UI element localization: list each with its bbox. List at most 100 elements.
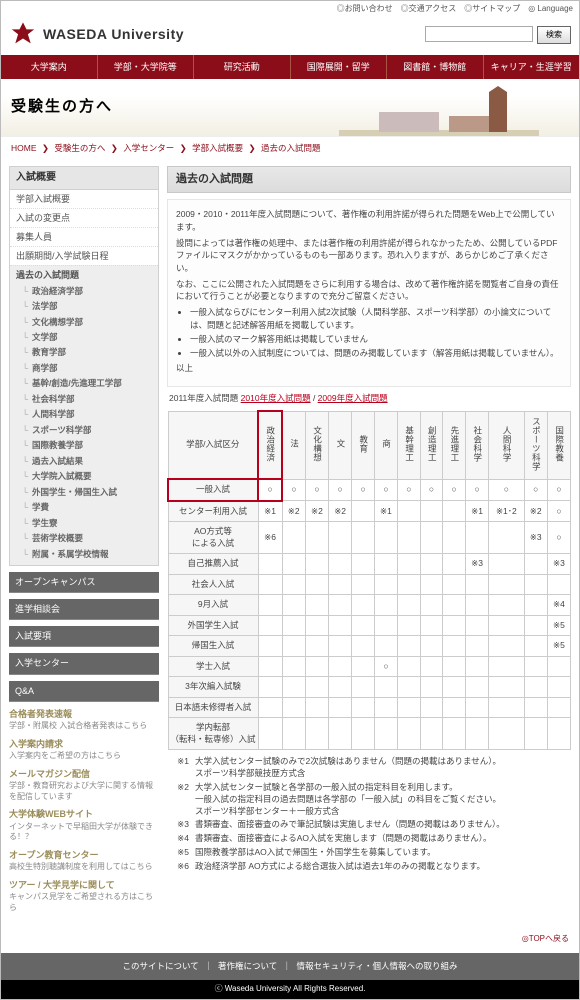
sidebar-subitem[interactable]: 文学部 [22,330,152,345]
sidebar-dark-item[interactable]: 入試要項 [9,626,159,647]
table-cell [420,697,443,717]
table-col-header: 商 [374,411,397,479]
sidebar-item[interactable]: 入試の変更点 [10,208,158,227]
sidebar-link-title[interactable]: 合格者発表速報 [9,708,159,720]
sidebar-subitem[interactable]: 政治経済学部 [22,284,152,299]
copyright: ⓒ Waseda University All Rights Reserved. [1,980,579,999]
sidebar-dark-item[interactable]: Q&A [9,681,159,702]
table-cell: ○ [352,479,375,500]
util-language[interactable]: ◎ Language [528,4,573,15]
table-cell [258,718,282,750]
nav-item-1[interactable]: 学部・大学院等 [98,55,195,79]
sidebar-item[interactable]: 出願期間/入学試験日程 [10,246,158,265]
sidebar-subitem[interactable]: 文化構想学部 [22,315,152,330]
crumb-home[interactable]: HOME [11,143,37,153]
footer-link[interactable]: このサイトについて [123,961,199,971]
table-cell: ○ [258,479,282,500]
table-cell [374,697,397,717]
page-title: 過去の入試問題 [167,166,571,193]
sidebar-subitem[interactable]: 大学院入試概要 [22,469,152,484]
sidebar-dark-item[interactable]: オープンキャンパス [9,572,159,593]
footer-link[interactable]: 著作権について [218,961,277,971]
sidebar-link-title[interactable]: 入学案内請求 [9,738,159,750]
sidebar-subitem[interactable]: 社会科学部 [22,392,152,407]
search-button[interactable]: 検索 [537,26,571,44]
sidebar-link-title[interactable]: ツアー / 大学見学に関して [9,879,159,891]
nav-item-3[interactable]: 国際展開・留学 [291,55,388,79]
util-sitemap[interactable]: ◎サイトマップ [464,4,520,15]
sidebar-link-sub: キャンパス見学をご希望される方はこちら [9,892,159,914]
table-cell [489,615,525,635]
table-cell [258,574,282,594]
sidebar-subitem[interactable]: 学費 [22,500,152,515]
sidebar-item[interactable]: 学部入試概要 [10,190,158,208]
table-cell [352,522,375,554]
table-cell [524,574,547,594]
table-cell: ○ [305,479,328,500]
table-cell [465,697,488,717]
table-col-header: 文 [329,411,352,479]
year-2010[interactable]: 2010年度入試問題 [241,393,311,403]
sidebar-link-title[interactable]: オープン教育センター [9,849,159,861]
sidebar-subitem[interactable]: スポーツ科学部 [22,423,152,438]
table-cell [282,677,305,697]
nav-item-5[interactable]: キャリア・生涯学習 [484,55,580,79]
search-input[interactable] [425,26,533,42]
sidebar-subitem[interactable]: 外国学生・帰国生入試 [22,485,152,500]
sidebar-subitem[interactable]: 法学部 [22,299,152,314]
table-cell [374,574,397,594]
sidebar-subitem[interactable]: 過去入試結果 [22,454,152,469]
note-value: 書類審査、面接審査のみで筆記試験は実施しません（問題の掲載はありません）。 [195,819,505,831]
hero: 受験生の方へ [1,79,579,137]
sidebar-subitem[interactable]: 教育学部 [22,345,152,360]
table-cell [305,554,328,574]
sidebar-dark-item[interactable]: 進学相談会 [9,599,159,620]
note-value: 大学入試センター試験のみで2次試験はありません（問題の掲載はありません）。スポー… [195,756,501,780]
note-key: ※6 [167,861,189,873]
table-cell [465,718,488,750]
sidebar-subitem[interactable]: 学生寮 [22,516,152,531]
crumb-1[interactable]: 受験生の方へ [54,143,105,153]
sidebar-subitem[interactable]: 商学部 [22,361,152,376]
sidebar-link-title[interactable]: 大学体験WEBサイト [9,808,159,820]
table-cell [420,636,443,656]
note-key: ※5 [167,847,189,859]
table-cell [398,615,421,635]
table-row-header: 学内転部（転科・転専修）入試 [168,718,258,750]
table-cell [489,718,525,750]
table-cell [258,636,282,656]
table-row: AO方式等による入試※6※3○ [168,522,571,554]
sidebar-subitem[interactable]: 基幹/創造/先進理工学部 [22,376,152,391]
sidebar-item[interactable]: 過去の入試問題政治経済学部法学部文化構想学部文学部教育学部商学部基幹/創造/先進… [10,265,158,565]
table-cell [352,718,375,750]
util-contact[interactable]: ◎お問い合わせ [337,4,393,15]
sidebar-item[interactable]: 募集人員 [10,227,158,246]
sidebar-subitem[interactable]: 人間科学部 [22,407,152,422]
sidebar-link-title[interactable]: メールマガジン配信 [9,768,159,780]
footer-link[interactable]: 情報セキュリティ・個人情報への取り組み [296,961,457,971]
sidebar-subitem[interactable]: 国際教養学部 [22,438,152,453]
nav-item-0[interactable]: 大学案内 [1,55,98,79]
table-cell [398,522,421,554]
nav-item-4[interactable]: 図書館・博物館 [387,55,484,79]
table-col-header: 教育 [352,411,375,479]
table-cell [258,656,282,676]
sidebar-dark-item[interactable]: 入学センター [9,653,159,674]
table-cell [547,677,570,697]
sidebar-subitem[interactable]: 附属・系属学校情報 [22,547,152,562]
crumb-2[interactable]: 入学センター [123,143,174,153]
nav-item-2[interactable]: 研究活動 [194,55,291,79]
table-cell [420,656,443,676]
table-cell: ○ [547,479,570,500]
table-cell [352,656,375,676]
year-2009[interactable]: 2009年度入試問題 [318,393,388,403]
crumb-3[interactable]: 学部入試概要 [192,143,243,153]
table-cell [489,595,525,615]
top-of-page-link[interactable]: ◎TOPへ戻る [1,928,579,953]
table-cell [443,677,466,697]
table-row: 自己推薦入試※3※3 [168,554,571,574]
sidebar-subitem[interactable]: 芸術学校概要 [22,531,152,546]
table-cell [398,636,421,656]
util-access[interactable]: ◎交通アクセス [401,4,457,15]
table-cell: ○ [443,479,466,500]
